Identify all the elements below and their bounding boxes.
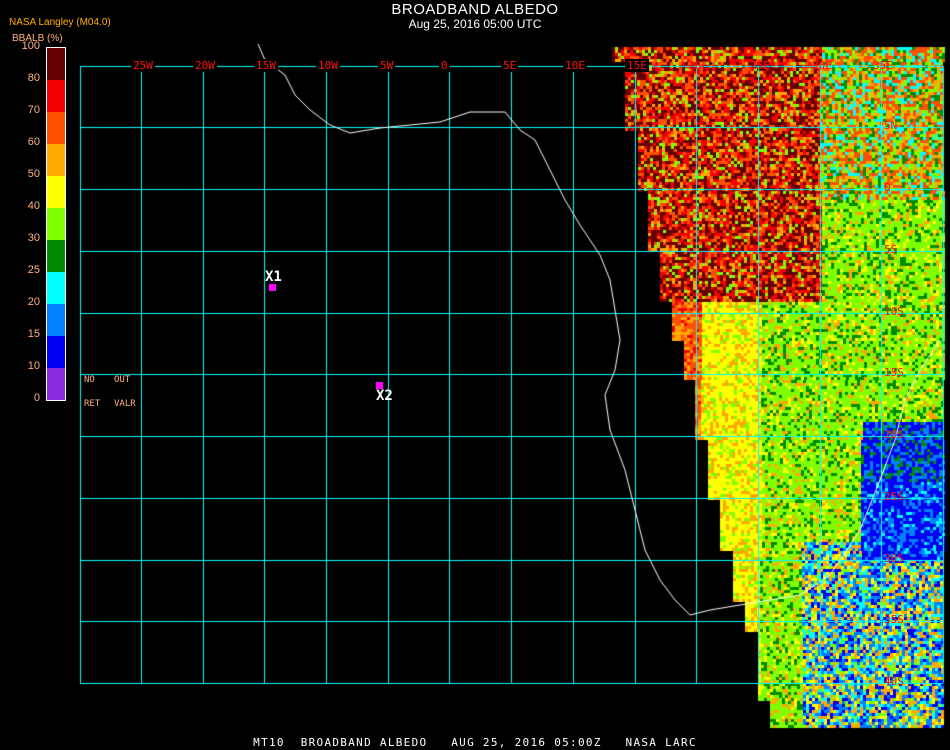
albedo-map-image: [0, 0, 950, 750]
colorbar-segment: [47, 144, 65, 176]
latitude-label: 40S: [884, 675, 904, 688]
longitude-label: 10E: [563, 59, 587, 72]
source-label: NASA Langley (M04.0): [9, 17, 111, 28]
marker-x1[interactable]: [269, 284, 276, 291]
latitude-label: 5S: [884, 243, 898, 256]
longitude-label: 5W: [378, 59, 396, 72]
colorbar-tick: 0: [33, 392, 40, 404]
latitude-label: 20S: [884, 428, 904, 441]
colorbar-tick: 70: [27, 104, 40, 116]
colorbar-segment: [47, 368, 65, 400]
colorbar-segment: [47, 80, 65, 112]
colorbar-segment: [47, 48, 65, 80]
colorbar-tick: 15: [27, 328, 40, 340]
longitude-label: 25E: [750, 59, 770, 72]
latitude-label: 0: [884, 181, 891, 194]
latitude-label: 15S: [884, 366, 904, 379]
colorbar-tick: 30: [27, 232, 40, 244]
colorbar-tick: 100: [21, 40, 40, 52]
longitude-label: 10W: [316, 59, 340, 72]
longitude-label: 15W: [254, 59, 278, 72]
longitude-label: 35E: [873, 59, 893, 72]
colorbar-tick: 10: [27, 360, 40, 372]
colorbar-segment: [47, 176, 65, 208]
legend-out: OUT: [114, 375, 131, 385]
latitude-label: 10S: [884, 305, 904, 318]
colorbar-tick: 40: [27, 200, 40, 212]
colorbar-tick: 50: [27, 168, 40, 180]
longitude-label: 15E: [625, 59, 649, 72]
colorbar-segment: [47, 304, 65, 336]
legend-no: NO: [84, 375, 95, 385]
colorbar-tick: 25: [27, 264, 40, 276]
colorbar-segment: [47, 272, 65, 304]
colorbar-tick: 80: [27, 72, 40, 84]
footer-caption: MT10 BROADBAND ALBEDO AUG 25, 2016 05:00…: [253, 736, 697, 749]
legend-valr: VALR: [114, 399, 136, 409]
longitude-label: 30E: [812, 59, 832, 72]
map-timestamp: Aug 25, 2016 05:00 UTC: [408, 17, 542, 31]
colorbar-segment: [47, 336, 65, 368]
latitude-label: 25S: [884, 490, 904, 503]
latitude-label: 5N: [884, 119, 898, 132]
colorbar-tick: 60: [27, 136, 40, 148]
longitude-label: 20E: [688, 59, 708, 72]
longitude-label: 25W: [131, 59, 155, 72]
latitude-label: 35S: [884, 613, 904, 626]
longitude-label: 5E: [501, 59, 519, 72]
colorbar-segment: [47, 208, 65, 240]
map-title: BROADBAND ALBEDO: [391, 1, 559, 18]
colorbar-tick: 20: [27, 296, 40, 308]
colorbar: [46, 47, 66, 401]
latitude-label: 30S: [884, 552, 904, 565]
marker-x1-label: X1: [265, 269, 282, 285]
longitude-label: 20W: [193, 59, 217, 72]
marker-x2-label: X2: [376, 388, 393, 404]
colorbar-segment: [47, 112, 65, 144]
legend-ret: RET: [84, 399, 101, 409]
colorbar-segment: [47, 240, 65, 272]
longitude-label: 0: [439, 59, 450, 72]
